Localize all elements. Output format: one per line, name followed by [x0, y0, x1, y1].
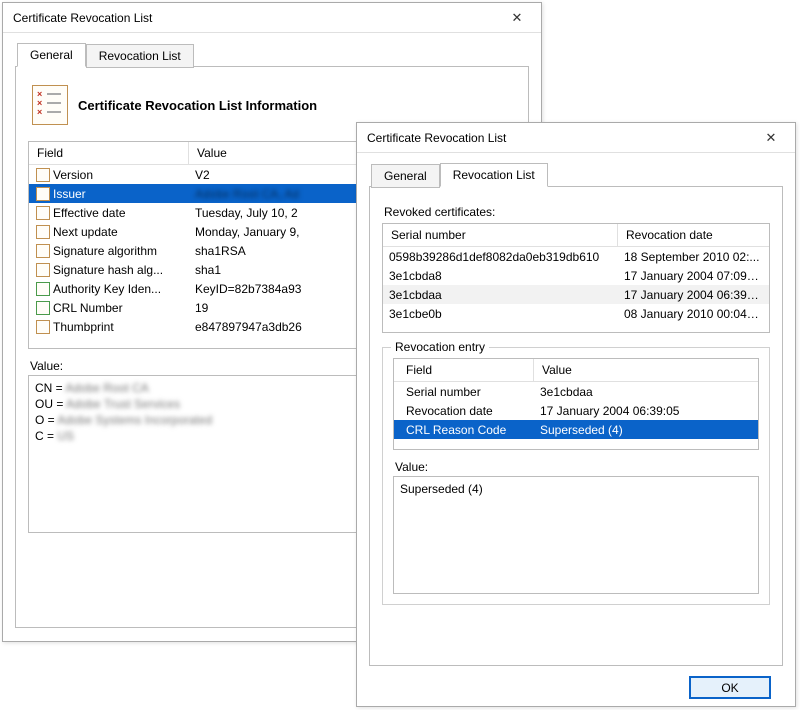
crl-dialog-revocation-list: Certificate Revocation List ✕ General Re… — [356, 122, 796, 707]
field-label: Signature hash alg... — [53, 263, 163, 277]
serial-number: 0598b39286d1def8082da0eb319db610 — [383, 249, 618, 265]
col-field[interactable]: Field — [29, 142, 189, 164]
close-icon[interactable]: ✕ — [751, 126, 791, 150]
entry-field: Revocation date — [394, 403, 534, 419]
revocation-date: 18 September 2010 02:... — [618, 249, 769, 265]
close-icon[interactable]: ✕ — [497, 6, 537, 30]
tab-strip: General Revocation List — [15, 43, 529, 67]
revocation-date: 17 January 2004 06:39:05 — [618, 287, 769, 303]
field-icon — [36, 244, 50, 258]
tab-pane-revocation-list: Revoked certificates: Serial number Revo… — [369, 186, 783, 666]
serial-number: 3e1cbe0b — [383, 306, 618, 322]
extension-icon — [36, 301, 50, 315]
field-icon — [36, 263, 50, 277]
entry-value: 17 January 2004 06:39:05 — [534, 403, 758, 419]
entry-row[interactable]: CRL Reason CodeSuperseded (4) — [394, 420, 758, 439]
field-label: Version — [53, 168, 93, 182]
entry-field: Serial number — [394, 384, 534, 400]
ok-button[interactable]: OK — [689, 676, 771, 699]
field-label: Authority Key Iden... — [53, 282, 161, 296]
value-text: Superseded (4) — [400, 482, 483, 496]
extension-icon — [36, 282, 50, 296]
entry-value: 3e1cbdaa — [534, 384, 758, 400]
revocation-entry-group: Revocation entry Field Value Serial numb… — [382, 347, 770, 605]
field-icon — [36, 187, 50, 201]
titlebar[interactable]: Certificate Revocation List ✕ — [357, 123, 795, 153]
col-serial[interactable]: Serial number — [383, 224, 618, 246]
col-value[interactable]: Value — [534, 359, 758, 381]
serial-number: 3e1cbda8 — [383, 268, 618, 284]
window-title: Certificate Revocation List — [13, 11, 497, 25]
field-icon — [36, 225, 50, 239]
entry-row[interactable]: Serial number3e1cbdaa — [394, 382, 758, 401]
listview-header: Field Value — [394, 359, 758, 382]
listview-header: Serial number Revocation date — [383, 224, 769, 247]
field-icon — [36, 206, 50, 220]
group-title: Revocation entry — [391, 340, 489, 354]
window-title: Certificate Revocation List — [367, 131, 751, 145]
serial-number: 3e1cbdaa — [383, 287, 618, 303]
value-label: Value: — [395, 460, 759, 474]
field-label: CRL Number — [53, 301, 123, 315]
titlebar[interactable]: Certificate Revocation List ✕ — [3, 3, 541, 33]
tab-general[interactable]: General — [371, 164, 440, 188]
entry-field: CRL Reason Code — [394, 422, 534, 438]
field-icon — [36, 168, 50, 182]
value-box[interactable]: Superseded (4) — [393, 476, 759, 594]
revoked-label: Revoked certificates: — [384, 205, 770, 219]
revoked-row[interactable]: 3e1cbda817 January 2004 07:09:29 — [383, 266, 769, 285]
entry-row[interactable]: Revocation date17 January 2004 06:39:05 — [394, 401, 758, 420]
field-icon — [36, 320, 50, 334]
field-label: Effective date — [53, 206, 126, 220]
col-revdate[interactable]: Revocation date — [618, 224, 769, 246]
entry-listview[interactable]: Field Value Serial number3e1cbdaaRevocat… — [393, 358, 759, 450]
tab-revocation-list[interactable]: Revocation List — [86, 44, 194, 68]
tab-general[interactable]: General — [17, 43, 86, 67]
info-title: Certificate Revocation List Information — [78, 98, 317, 113]
tab-revocation-list[interactable]: Revocation List — [440, 163, 548, 187]
field-label: Next update — [53, 225, 118, 239]
revocation-date: 08 January 2010 00:04:37 — [618, 306, 769, 322]
field-label: Signature algorithm — [53, 244, 157, 258]
revoked-row[interactable]: 3e1cbe0b08 January 2010 00:04:37 — [383, 304, 769, 323]
dialog-buttons: OK — [369, 666, 783, 699]
tab-strip: General Revocation List — [369, 163, 783, 187]
field-label: Issuer — [53, 187, 86, 201]
field-label: Thumbprint — [53, 320, 114, 334]
entry-value: Superseded (4) — [534, 422, 758, 438]
col-field[interactable]: Field — [394, 359, 534, 381]
revoked-row[interactable]: 0598b39286d1def8082da0eb319db61018 Septe… — [383, 247, 769, 266]
revocation-date: 17 January 2004 07:09:29 — [618, 268, 769, 284]
crl-document-icon — [32, 85, 68, 125]
revoked-row[interactable]: 3e1cbdaa17 January 2004 06:39:05 — [383, 285, 769, 304]
revoked-listview[interactable]: Serial number Revocation date 0598b39286… — [382, 223, 770, 333]
